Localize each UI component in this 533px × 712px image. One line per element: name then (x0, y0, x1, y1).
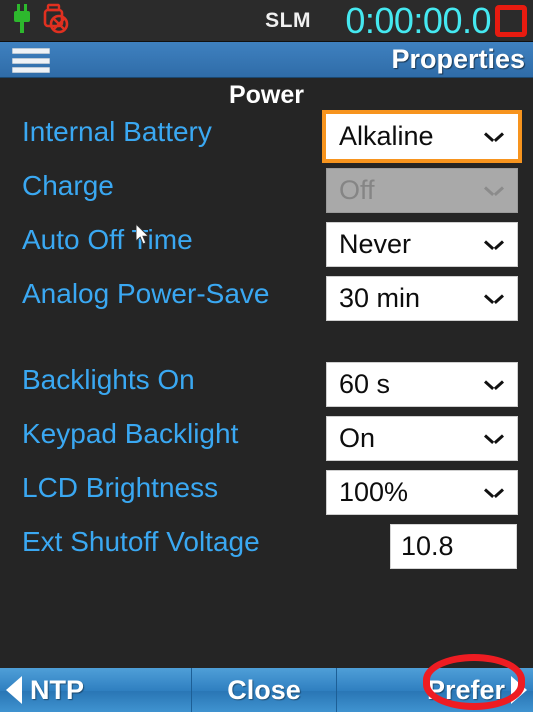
dropdown-value: Alkaline (339, 121, 434, 151)
timer-display: 0:00:00.0 (345, 0, 491, 41)
hamburger-menu-icon[interactable] (12, 48, 50, 73)
hamburger-bar (12, 48, 50, 54)
dropdown-value: On (339, 423, 376, 453)
power-plug-icon (10, 3, 34, 39)
chevron-down-icon (485, 380, 503, 390)
toolbar-close-label: Close (227, 674, 301, 705)
chevron-down-icon (485, 434, 503, 444)
setting-label: Charge (22, 170, 114, 201)
dropdown-value: 60 s (339, 369, 391, 399)
settings-rows: Internal Battery Alkaline Charge Off Aut… (0, 110, 533, 574)
setting-label: Auto Off Time (22, 224, 193, 255)
device-screen: SLM 0:00:00.0 Properties Power Internal … (0, 0, 533, 712)
control-wrapper: Alkaline (322, 110, 522, 163)
setting-row-auto-off-time: Auto Off Time Never (0, 218, 533, 272)
auto-off-time-dropdown[interactable]: Never (326, 222, 518, 267)
setting-label: Ext Shutoff Voltage (22, 526, 260, 557)
toolbar-close-button[interactable]: Close (192, 668, 337, 712)
page-title: Properties (391, 44, 525, 74)
control-wrapper: Never (326, 222, 518, 267)
section-title: Power (228, 81, 305, 109)
setting-label: Backlights On (22, 364, 195, 395)
control-wrapper: 10.8 (326, 524, 518, 569)
hamburger-bar (12, 57, 50, 64)
chevron-down-icon (485, 294, 503, 304)
input-value: 10.8 (401, 531, 454, 561)
control-wrapper: 30 min (326, 276, 518, 321)
lcd-brightness-dropdown[interactable]: 100% (326, 470, 518, 515)
setting-label: LCD Brightness (22, 472, 219, 503)
dropdown-value: 30 min (339, 283, 421, 313)
dropdown-value: Never (339, 229, 412, 259)
backlights-on-dropdown[interactable]: 60 s (326, 362, 518, 407)
stop-square-icon[interactable] (495, 5, 527, 37)
chevron-down-icon (485, 186, 503, 196)
control-wrapper: On (326, 416, 518, 461)
title-bar: Properties (0, 42, 533, 78)
control-wrapper: 100% (326, 470, 518, 515)
charge-dropdown: Off (326, 168, 518, 213)
control-wrapper: Off (326, 168, 518, 213)
dropdown-value: Off (339, 175, 375, 205)
ext-shutoff-voltage-input[interactable]: 10.8 (390, 524, 517, 569)
chevron-down-icon (485, 240, 503, 250)
arrow-left-icon (6, 676, 22, 704)
arrow-right-icon (511, 676, 527, 704)
setting-row-internal-battery: Internal Battery Alkaline (0, 110, 533, 164)
control-wrapper: 60 s (326, 362, 518, 407)
internal-battery-dropdown[interactable]: Alkaline (322, 110, 522, 163)
setting-row-lcd-brightness: LCD Brightness 100% (0, 466, 533, 520)
dropdown-value: 100% (339, 477, 409, 507)
mode-label: SLM (265, 9, 311, 32)
setting-row-analog-power-save: Analog Power-Save 30 min (0, 272, 533, 358)
bottom-toolbar: NTP Close Prefer (0, 668, 533, 712)
setting-label: Internal Battery (22, 116, 212, 147)
chevron-down-icon (485, 488, 503, 498)
setting-label: Analog Power-Save (22, 278, 270, 309)
toolbar-prev-ntp-button[interactable]: NTP (0, 668, 192, 712)
setting-row-backlights-on: Backlights On 60 s (0, 358, 533, 412)
hamburger-bar (12, 67, 50, 73)
toolbar-prev-label: NTP (30, 674, 84, 705)
status-bar: SLM 0:00:00.0 (0, 0, 533, 42)
toolbar-next-prefer-button[interactable]: Prefer (337, 668, 533, 712)
usb-disabled-icon (40, 3, 72, 40)
toolbar-next-label: Prefer (426, 674, 505, 705)
setting-label: Keypad Backlight (22, 418, 239, 449)
setting-row-ext-shutoff-voltage: Ext Shutoff Voltage 10.8 (0, 520, 533, 574)
settings-panel: Power Internal Battery Alkaline Charge O… (0, 78, 533, 668)
status-bar-icons (10, 0, 72, 42)
chevron-down-icon (485, 132, 503, 142)
setting-row-charge: Charge Off (0, 164, 533, 218)
analog-power-save-dropdown[interactable]: 30 min (326, 276, 518, 321)
keypad-backlight-dropdown[interactable]: On (326, 416, 518, 461)
setting-row-keypad-backlight: Keypad Backlight On (0, 412, 533, 466)
